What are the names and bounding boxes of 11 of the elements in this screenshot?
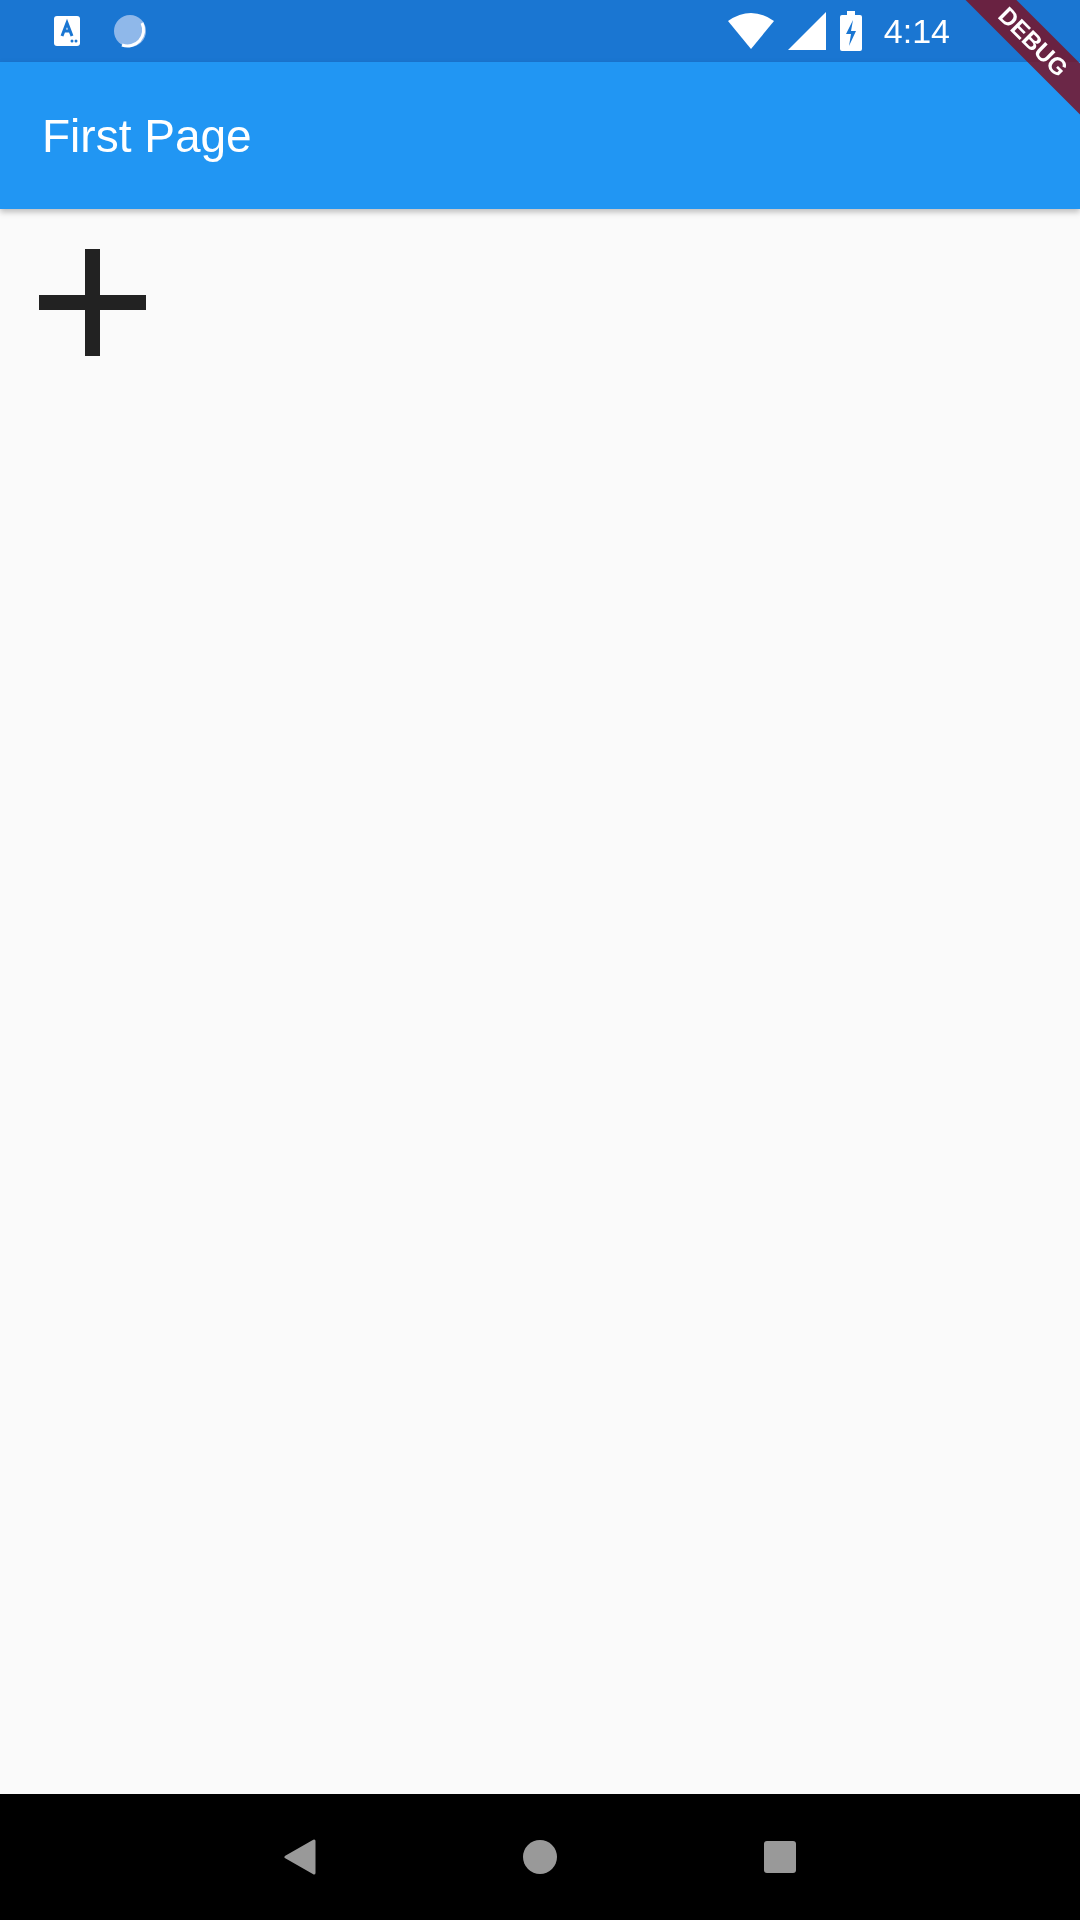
- plus-icon[interactable]: [39, 249, 146, 356]
- wifi-icon: [727, 13, 774, 49]
- clock-time: 4:14: [883, 11, 950, 51]
- app-icon: [54, 16, 80, 46]
- signal-icon: [787, 12, 826, 50]
- battery-icon: [839, 11, 862, 51]
- overview-icon[interactable]: [764, 1841, 797, 1873]
- sync-icon: [112, 13, 148, 49]
- back-icon[interactable]: [283, 1839, 316, 1875]
- home-icon[interactable]: [523, 1840, 557, 1874]
- page-title: First Page: [42, 108, 252, 163]
